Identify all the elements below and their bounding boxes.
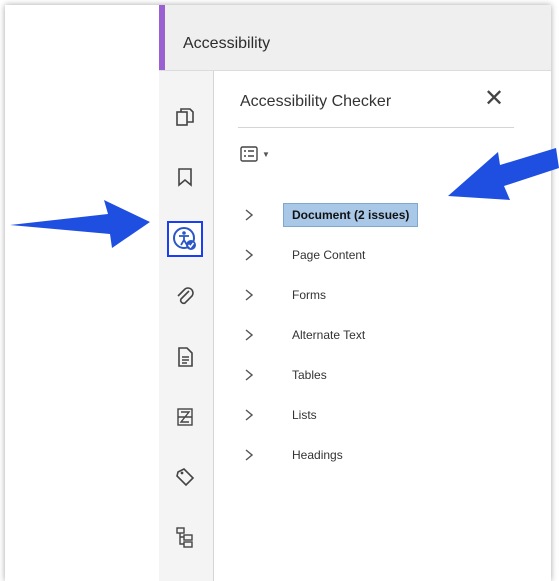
- list-item-label: Alternate Text: [292, 328, 366, 342]
- options-menu-button[interactable]: ▼: [240, 146, 270, 162]
- document-area: [5, 5, 160, 581]
- list-item-forms[interactable]: Forms: [242, 283, 326, 307]
- tag-icon[interactable]: [167, 459, 203, 495]
- header-title: Accessibility: [183, 35, 271, 52]
- list-item-label: Lists: [292, 408, 317, 422]
- order-tree-icon[interactable]: [167, 519, 203, 555]
- panel-title: Accessibility Checker: [240, 93, 392, 110]
- accessibility-app: Accessibility Accessibility Checker ✕ ▼ …: [159, 5, 551, 581]
- chevron-right-icon: [242, 288, 256, 302]
- accessibility-checker-panel: Accessibility Checker ✕ ▼ Document (2 is…: [214, 71, 551, 581]
- document-icon[interactable]: [167, 339, 203, 375]
- chevron-right-icon: [242, 368, 256, 382]
- list-item-label: Headings: [292, 448, 343, 462]
- chevron-right-icon: [242, 448, 256, 462]
- content-icon[interactable]: [167, 399, 203, 435]
- chevron-right-icon: [242, 408, 256, 422]
- list-item-headings[interactable]: Headings: [242, 443, 343, 467]
- list-item-lists[interactable]: Lists: [242, 403, 317, 427]
- accessibility-check-icon[interactable]: [167, 221, 203, 257]
- list-item-page-content[interactable]: Page Content: [242, 243, 365, 267]
- list-item-label: Document (2 issues): [283, 203, 419, 227]
- attachment-icon[interactable]: [167, 279, 203, 315]
- panel-divider: [238, 127, 514, 128]
- chevron-right-icon: [242, 328, 256, 342]
- close-icon[interactable]: ✕: [484, 87, 504, 111]
- chevron-right-icon: [242, 208, 256, 222]
- chevron-down-icon: ▼: [262, 149, 270, 159]
- list-item-tables[interactable]: Tables: [242, 363, 327, 387]
- bookmark-icon[interactable]: [167, 159, 203, 195]
- list-item-label: Forms: [292, 288, 326, 302]
- header: Accessibility: [159, 5, 551, 71]
- list-options-icon: [240, 146, 258, 162]
- header-accent: [159, 5, 165, 70]
- pages-icon[interactable]: [167, 99, 203, 135]
- list-item-alternate-text[interactable]: Alternate Text: [242, 323, 365, 347]
- tool-rail: [159, 71, 214, 581]
- chevron-right-icon: [242, 248, 256, 262]
- list-item-document[interactable]: Document (2 issues): [242, 203, 419, 227]
- app-window: Accessibility Accessibility Checker ✕ ▼ …: [5, 5, 551, 581]
- list-item-label: Page Content: [292, 248, 366, 262]
- list-item-label: Tables: [292, 368, 327, 382]
